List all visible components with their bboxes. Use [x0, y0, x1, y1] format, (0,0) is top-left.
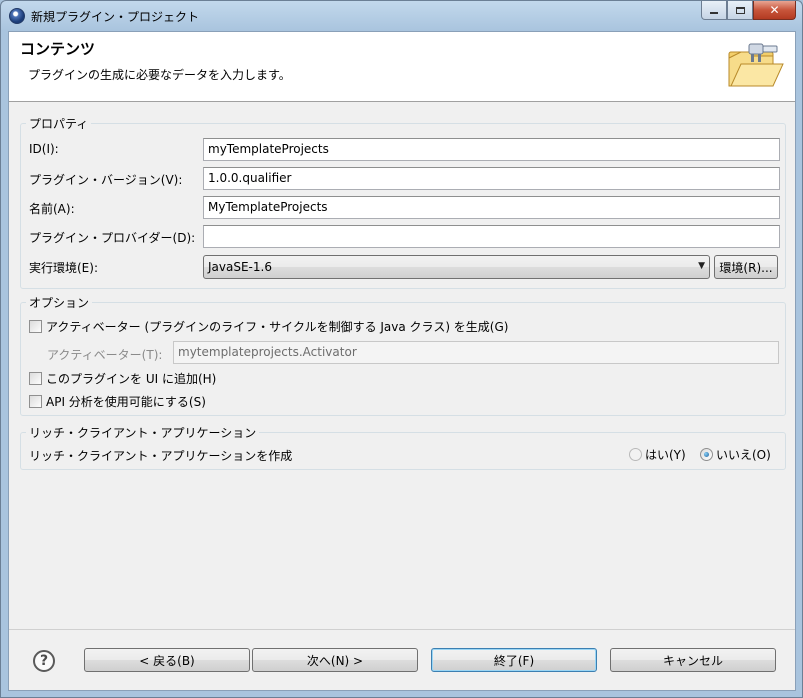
minimize-button[interactable]	[701, 1, 727, 20]
provider-label: プラグイン・プロバイダー(D):	[29, 231, 196, 245]
generate-activator-label: アクティベーター (プラグインのライフ・サイクルを制御する Java クラス) …	[46, 320, 509, 334]
maximize-icon	[735, 6, 745, 14]
api-analysis-label: API 分析を使用可能にする(S)	[46, 395, 206, 409]
yes-label: はい(Y)	[645, 448, 686, 462]
close-icon: ✕	[769, 3, 780, 17]
api-analysis-checkbox[interactable]	[29, 395, 42, 408]
folder-plugin-icon	[728, 43, 784, 87]
wizard-header: コンテンツ プラグインの生成に必要なデータを入力します。	[9, 32, 795, 102]
activator-label: アクティベーター(T):	[47, 348, 163, 362]
eclipse-app-icon	[9, 8, 25, 24]
execution-environment-select[interactable]: JavaSE-1.6 ▼	[203, 255, 710, 279]
dialog-window: 新規プラグイン・プロジェクト ✕ コンテンツ プラグインの生成に必要なデータを入…	[0, 0, 803, 698]
no-label: いいえ(O)	[716, 448, 771, 462]
close-button[interactable]: ✕	[753, 1, 796, 20]
next-button[interactable]: 次へ(N) >	[252, 648, 418, 672]
page-description: プラグインの生成に必要なデータを入力します。	[28, 68, 291, 82]
yes-radio[interactable]	[629, 448, 642, 461]
rich-client-group: リッチ・クライアント・アプリケーション リッチ・クライアント・アプリケーションを…	[20, 424, 786, 470]
back-button[interactable]: < 戻る(B)	[84, 648, 250, 672]
provider-field[interactable]	[203, 225, 780, 248]
environments-button[interactable]: 環境(R)...	[714, 255, 778, 279]
cancel-button[interactable]: キャンセル	[610, 648, 776, 672]
version-label: プラグイン・バージョン(V):	[29, 173, 183, 187]
generate-activator-checkbox[interactable]	[29, 320, 42, 333]
title-bar[interactable]: 新規プラグイン・プロジェクト ✕	[1, 1, 802, 31]
dropdown-arrow-icon: ▼	[698, 261, 705, 271]
maximize-button[interactable]	[727, 1, 753, 20]
rich-client-yes-option[interactable]: はい(Y)	[629, 446, 686, 463]
activator-field: mytemplateprojects.Activator	[173, 341, 779, 364]
rich-client-question: リッチ・クライアント・アプリケーションを作成	[29, 449, 293, 463]
properties-group-title: プロパティ	[26, 115, 92, 132]
dialog-client-area: コンテンツ プラグインの生成に必要なデータを入力します。 プロパティ ID(I)…	[8, 31, 796, 691]
minimize-icon	[710, 12, 718, 14]
finish-button[interactable]: 終了(F)	[431, 648, 597, 672]
window-controls: ✕	[701, 1, 796, 20]
options-group: オプション アクティベーター (プラグインのライフ・サイクルを制御する Java…	[20, 294, 786, 416]
add-ui-checkbox[interactable]	[29, 372, 42, 385]
name-field[interactable]: MyTemplateProjects	[203, 196, 780, 219]
id-field[interactable]: myTemplateProjects	[203, 138, 780, 161]
generate-activator-checkbox-row[interactable]: アクティベーター (プラグインのライフ・サイクルを制御する Java クラス) …	[29, 318, 508, 335]
page-title: コンテンツ	[20, 40, 96, 58]
footer-separator	[9, 629, 795, 630]
add-ui-label: このプラグインを UI に追加(H)	[46, 372, 217, 386]
rich-client-group-title: リッチ・クライアント・アプリケーション	[26, 424, 260, 441]
execution-environment-value: JavaSE-1.6	[208, 260, 272, 274]
rich-client-no-option[interactable]: いいえ(O)	[700, 446, 771, 463]
options-group-title: オプション	[26, 294, 93, 311]
version-field[interactable]: 1.0.0.qualifier	[203, 167, 780, 190]
window-title: 新規プラグイン・プロジェクト	[31, 10, 200, 24]
name-label: 名前(A):	[29, 202, 75, 216]
id-label: ID(I):	[29, 142, 59, 156]
api-analysis-checkbox-row[interactable]: API 分析を使用可能にする(S)	[29, 393, 206, 410]
execution-environment-label: 実行環境(E):	[29, 261, 98, 275]
properties-group: プロパティ ID(I): myTemplateProjects プラグイン・バー…	[20, 115, 786, 289]
add-ui-checkbox-row[interactable]: このプラグインを UI に追加(H)	[29, 370, 216, 387]
no-radio[interactable]	[700, 448, 713, 461]
help-icon[interactable]: ?	[33, 650, 55, 672]
